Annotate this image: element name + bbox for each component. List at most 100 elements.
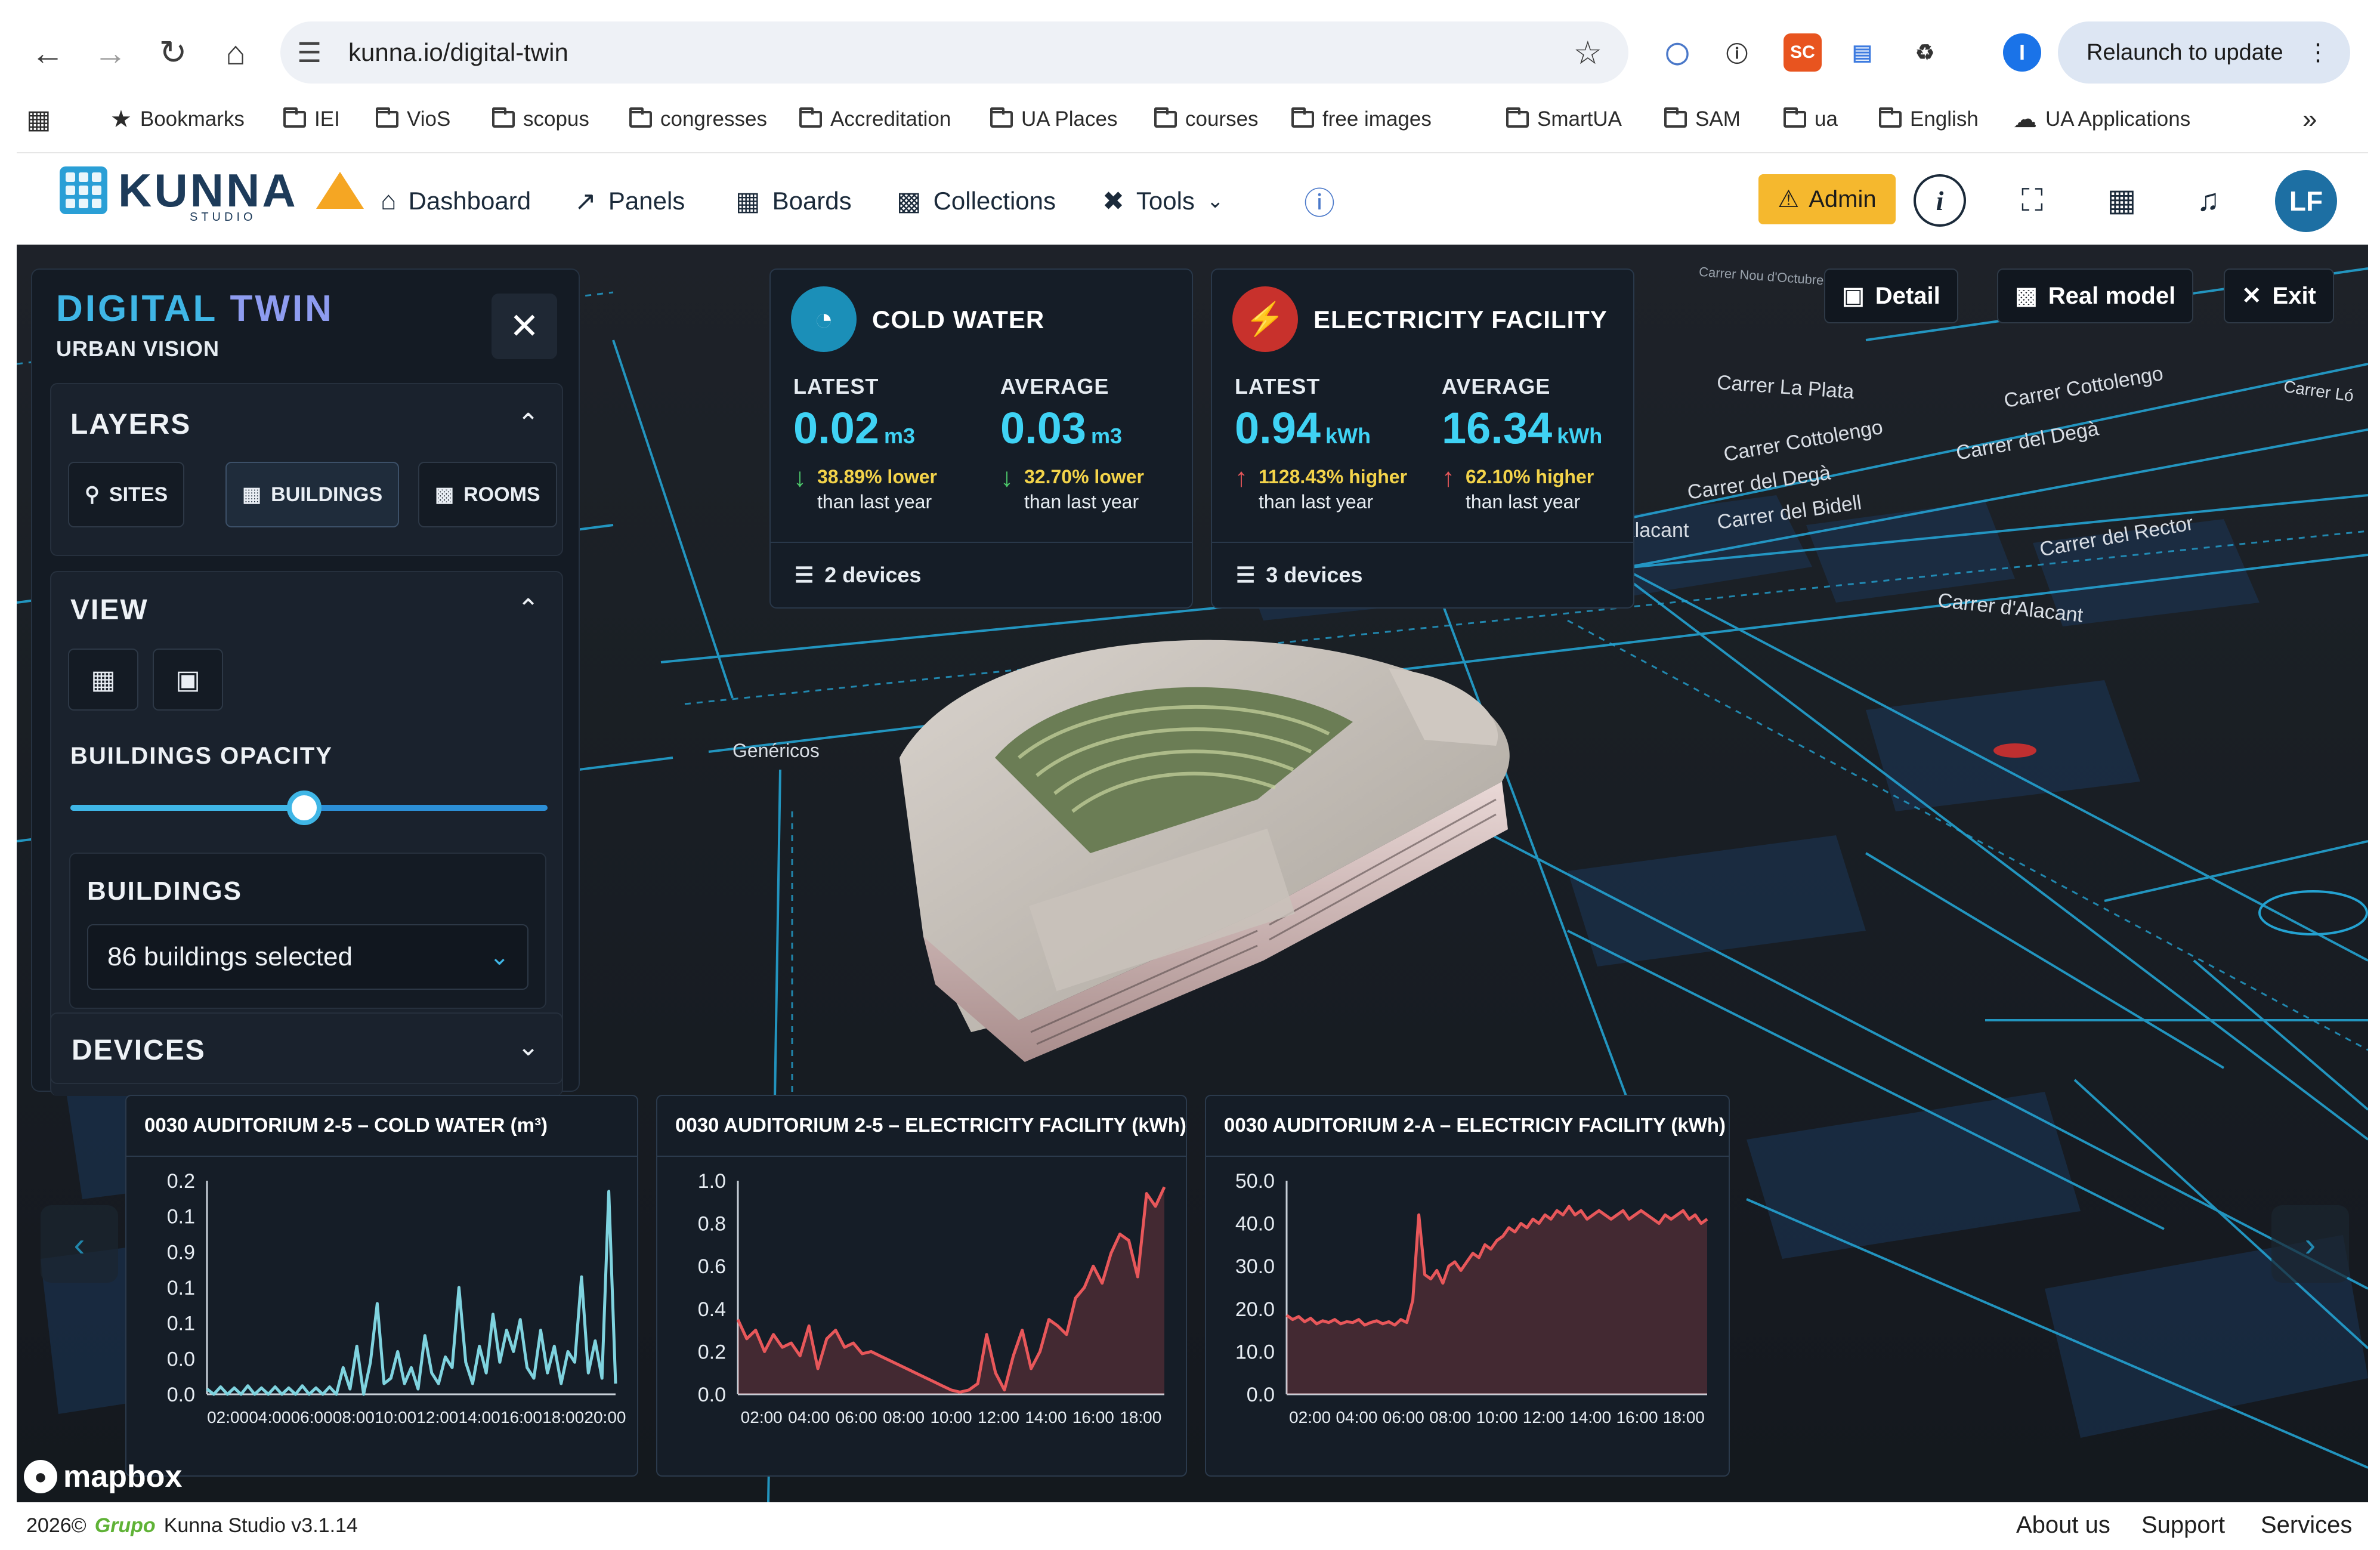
apps-icon[interactable]: ▦: [2095, 174, 2148, 227]
bookmark-scopus[interactable]: scopus: [492, 101, 589, 137]
kpi-latest-value: 0.94 kWh: [1235, 403, 1371, 453]
chevron-up-icon[interactable]: ⌃: [517, 408, 539, 439]
back-icon[interactable]: ←: [24, 29, 72, 76]
kpi-card-cold-water[interactable]: ◔ COLD WATER LATEST 0.02 m3 ↓ 38.89% lower…: [769, 268, 1193, 609]
chart-card-cold-water[interactable]: 0030 AUDITORIUM 2-5 – COLD WATER (m³) 0.…: [125, 1095, 638, 1477]
chrome-menu-icon[interactable]: ⋮: [2306, 39, 2330, 66]
devices-section[interactable]: DEVICES ⌄: [50, 1012, 563, 1084]
extension-o-icon[interactable]: ◯: [1658, 33, 1696, 72]
menu-panels[interactable]: ↗ Panels: [574, 177, 685, 225]
arrow-up-icon: ↑: [1235, 463, 1248, 492]
profile-avatar[interactable]: I: [2003, 33, 2041, 72]
kpi-card-electricity[interactable]: ⚡ ELECTRICITY FACILITY LATEST 0.94 kWh ↑ 1…: [1211, 268, 1634, 609]
bookmark-accreditation[interactable]: Accreditation: [799, 101, 951, 137]
forward-icon[interactable]: →: [86, 29, 134, 76]
mapbox-logo[interactable]: ● mapbox: [24, 1459, 182, 1495]
layers-section: LAYERS ⌃ ⚲ SITES ▦ BUILDINGS ▩ ROOMS: [50, 383, 563, 556]
x-tick-label: 14:00: [1569, 1408, 1611, 1427]
relaunch-label: Relaunch to update: [2087, 39, 2283, 65]
bookmark-star-icon[interactable]: ☆: [1574, 34, 1602, 72]
board-icon: ▦: [735, 186, 761, 216]
apps-grid-icon[interactable]: ▦: [26, 101, 51, 137]
arrow-down-icon: ↓: [793, 463, 806, 492]
folder-icon: [1879, 107, 1902, 128]
view-3d-cube-icon[interactable]: ▣: [153, 649, 223, 711]
kpi-devices[interactable]: ☰ 2 devices: [771, 542, 1192, 607]
x-tick-label: 12:00: [978, 1408, 1019, 1427]
menu-boards[interactable]: ▦ Boards: [735, 177, 852, 225]
opacity-slider-handle[interactable]: [287, 791, 322, 825]
menu-dashboard[interactable]: ⌂ Dashboard: [381, 177, 531, 225]
x-tick-label: 10:00: [930, 1408, 972, 1427]
view-2d-icon[interactable]: ▦: [68, 649, 138, 711]
relaunch-button[interactable]: Relaunch to update ⋮: [2058, 21, 2350, 84]
exit-button[interactable]: ✕ Exit: [2224, 268, 2334, 323]
layer-rooms-button[interactable]: ▩ ROOMS: [418, 462, 557, 527]
bell-icon[interactable]: ♫: [2182, 174, 2234, 227]
extension-sc-icon[interactable]: SC: [1784, 33, 1822, 72]
menu-tools[interactable]: ✖ Tools ⌄: [1102, 177, 1223, 225]
kunna-logo[interactable]: KUNNA: [60, 166, 364, 214]
bookmark-smartua[interactable]: SmartUA: [1506, 101, 1622, 137]
tools-icon: ✖: [1102, 186, 1124, 216]
chart-card-electricity-2-5[interactable]: 0030 AUDITORIUM 2-5 – ELECTRICITY FACILI…: [656, 1095, 1187, 1477]
bookmark-ua-applications[interactable]: ☁ UA Applications: [2013, 101, 2190, 137]
bookmark-sam[interactable]: SAM: [1664, 101, 1741, 137]
y-tick-label: 0.0: [698, 1384, 726, 1406]
extensions-puzzle-icon[interactable]: ♻: [1906, 33, 1944, 72]
user-avatar[interactable]: LF: [2275, 170, 2337, 232]
kpi-devices[interactable]: ☰ 3 devices: [1212, 542, 1633, 607]
devices-icon: ☰: [795, 563, 814, 587]
site-settings-icon[interactable]: ☰: [297, 36, 333, 69]
menu-collections[interactable]: ▩ Collections: [897, 177, 1056, 225]
buildings-select[interactable]: 86 buildings selected ⌄: [87, 924, 528, 990]
admin-badge[interactable]: ⚠ Admin: [1758, 174, 1896, 224]
carousel-next-icon[interactable]: ›: [2271, 1205, 2349, 1283]
bookmark-courses[interactable]: courses: [1154, 101, 1259, 137]
support-link[interactable]: Support: [2141, 1512, 2225, 1539]
bookmark-free-images[interactable]: free images: [1291, 101, 1432, 137]
bookmark-ua[interactable]: ua: [1784, 101, 1838, 137]
x-tick-label: 18:00: [1663, 1408, 1705, 1427]
gauge-icon: ◔: [791, 286, 857, 352]
x-tick-label: 18:00: [542, 1408, 584, 1427]
chart-card-electricity-2-a[interactable]: 0030 AUDITORIUM 2-A – ELECTRICIY FACILIT…: [1205, 1095, 1730, 1477]
x-tick-label: 10:00: [375, 1408, 416, 1427]
layer-sites-button[interactable]: ⚲ SITES: [68, 462, 185, 527]
bookmark-iei[interactable]: IEI: [283, 101, 340, 137]
vr-headset-icon: ▩: [2015, 283, 2038, 309]
chevron-down-icon: ⌄: [489, 944, 509, 970]
extension-doc-icon[interactable]: ▤: [1843, 33, 1881, 72]
more-bookmarks-icon[interactable]: »: [2302, 101, 2317, 137]
extension-info-icon[interactable]: ⓘ: [1718, 33, 1756, 72]
bookmark-vios[interactable]: VioS: [376, 101, 450, 137]
chevron-up-icon[interactable]: ⌃: [517, 594, 539, 624]
opacity-slider[interactable]: [70, 791, 548, 825]
reload-icon[interactable]: ↻: [149, 29, 197, 76]
bookmark-bookmarks[interactable]: ★ Bookmarks: [110, 101, 245, 137]
buildings-filter: BUILDINGS 86 buildings selected ⌄: [69, 853, 546, 1009]
bookmark-ua-places[interactable]: UA Places: [990, 101, 1117, 137]
detail-button[interactable]: ▣ Detail: [1824, 268, 1958, 323]
address-bar[interactable]: ☰ kunna.io/digital-twin ☆: [280, 21, 1628, 84]
building-3d-model[interactable]: [840, 603, 1568, 1062]
x-tick-label: 02:00: [1289, 1408, 1331, 1427]
services-link[interactable]: Services: [2261, 1512, 2352, 1539]
layer-buildings-button[interactable]: ▦ BUILDINGS: [225, 462, 400, 527]
real-model-button[interactable]: ▩ Real model: [1997, 268, 2194, 323]
bookmark-congresses[interactable]: congresses: [629, 101, 767, 137]
home-icon[interactable]: ⌂: [212, 29, 259, 76]
panel-close-button[interactable]: ✕: [492, 294, 557, 359]
folder-icon: [799, 107, 822, 128]
carousel-prev-icon[interactable]: ‹: [41, 1205, 118, 1283]
chevron-down-icon[interactable]: ⌄: [517, 1032, 539, 1062]
x-tick-label: 12:00: [416, 1408, 458, 1427]
about-us-link[interactable]: About us: [2016, 1512, 2110, 1539]
help-icon[interactable]: ⓘ: [1293, 174, 1346, 227]
info-icon[interactable]: i: [1914, 174, 1966, 227]
series-line: [206, 1190, 617, 1396]
fullscreen-icon[interactable]: ⛶: [2006, 174, 2058, 227]
url-text[interactable]: kunna.io/digital-twin: [348, 38, 568, 67]
bookmark-english[interactable]: English: [1879, 101, 1979, 137]
buildings-filter-label: BUILDINGS: [87, 876, 242, 906]
